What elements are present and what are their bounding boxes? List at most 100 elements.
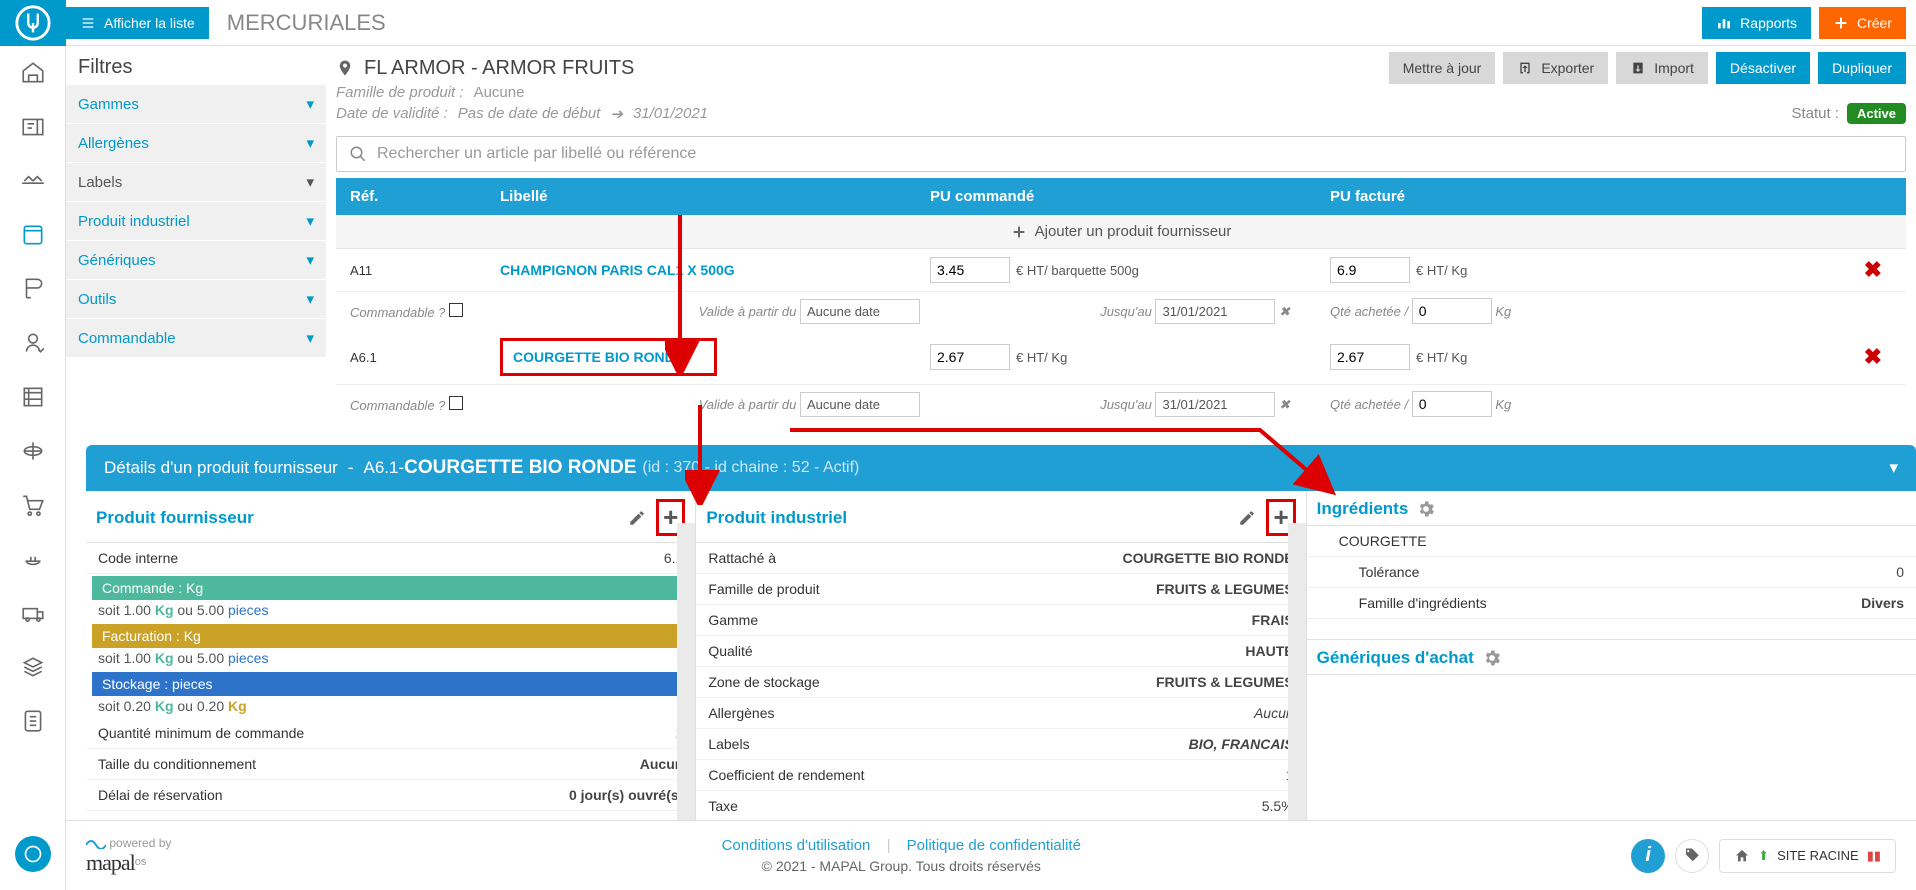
nav-item-10[interactable] bbox=[0, 532, 66, 586]
filter-labels[interactable]: Labels▾ bbox=[66, 163, 326, 202]
nav-item-6[interactable] bbox=[0, 316, 66, 370]
tag-button[interactable] bbox=[1675, 839, 1709, 873]
family-label: Famille de produit : bbox=[336, 84, 464, 101]
table-row: A11 CHAMPIGNON PARIS CAL1 X 500G € HT/ b… bbox=[336, 249, 1906, 292]
gear-icon[interactable] bbox=[1482, 648, 1502, 668]
show-list-button[interactable]: Afficher la liste bbox=[66, 7, 209, 39]
nav-item-4[interactable] bbox=[0, 208, 66, 262]
caret-down-icon: ▾ bbox=[306, 290, 314, 308]
industrial-col-title: Produit industriel bbox=[706, 508, 847, 528]
plus-icon bbox=[1011, 224, 1027, 240]
valid-from-input[interactable] bbox=[800, 392, 920, 417]
validity-label: Date de validité : bbox=[336, 105, 448, 122]
family-value: Aucune bbox=[474, 84, 525, 101]
plus-icon bbox=[1833, 15, 1849, 31]
pencil-icon[interactable] bbox=[628, 509, 646, 527]
commandable-checkbox[interactable] bbox=[449, 303, 463, 317]
qty-input[interactable] bbox=[1412, 298, 1492, 324]
reports-button[interactable]: Rapports bbox=[1702, 7, 1811, 39]
arrow-right-icon: ➔ bbox=[610, 105, 623, 123]
delete-button[interactable]: ✖ bbox=[1864, 344, 1882, 370]
nav-item-1[interactable] bbox=[0, 46, 66, 100]
deactivate-button[interactable]: Désactiver bbox=[1716, 52, 1810, 84]
pencil-icon[interactable] bbox=[1238, 509, 1256, 527]
pu-fact-input[interactable] bbox=[1330, 344, 1410, 370]
clear-date-icon[interactable]: ✖ bbox=[1279, 397, 1290, 412]
filters-title: Filtres bbox=[66, 46, 326, 85]
copyright: © 2021 - MAPAL Group. Tous droits réserv… bbox=[171, 858, 1631, 874]
annotation-arrow bbox=[685, 405, 725, 505]
validity-start: Pas de date de début bbox=[458, 105, 601, 122]
scrollbar[interactable] bbox=[677, 523, 695, 853]
qty-input[interactable] bbox=[1412, 391, 1492, 417]
delete-button[interactable]: ✖ bbox=[1864, 257, 1882, 283]
filter-produit-industriel[interactable]: Produit industriel▾ bbox=[66, 202, 326, 241]
import-icon bbox=[1630, 60, 1646, 76]
export-button[interactable]: Exporter bbox=[1503, 52, 1608, 84]
table-row-sub: Commandable ? Valide à partir du Jusqu'a… bbox=[336, 292, 1906, 330]
filter-gammes[interactable]: Gammes▾ bbox=[66, 85, 326, 124]
nav-item-3[interactable] bbox=[0, 154, 66, 208]
pu-cmd-input[interactable] bbox=[930, 257, 1010, 283]
nav-item-8[interactable] bbox=[0, 424, 66, 478]
caret-down-icon: ▾ bbox=[306, 212, 314, 230]
info-button[interactable]: i bbox=[1631, 839, 1665, 873]
powered-by: powered by mapalos bbox=[86, 836, 171, 876]
home-icon bbox=[1734, 848, 1750, 864]
pin-icon bbox=[336, 59, 354, 77]
caret-down-icon: ▾ bbox=[306, 329, 314, 347]
create-button[interactable]: Créer bbox=[1819, 7, 1906, 39]
filter-commandable[interactable]: Commandable▾ bbox=[66, 319, 326, 358]
list-icon bbox=[80, 15, 96, 31]
app-logo[interactable] bbox=[0, 0, 66, 46]
until-input[interactable] bbox=[1155, 299, 1275, 324]
duplicate-button[interactable]: Dupliquer bbox=[1818, 52, 1906, 84]
nav-item-2[interactable] bbox=[0, 100, 66, 154]
nav-item-13[interactable] bbox=[0, 694, 66, 748]
add-product-button[interactable]: Ajouter un produit fournisseur bbox=[336, 215, 1906, 249]
import-button[interactable]: Import bbox=[1616, 52, 1708, 84]
valid-from-input[interactable] bbox=[800, 299, 920, 324]
status-badge: Active bbox=[1847, 103, 1906, 124]
supplier-col-title: Produit fournisseur bbox=[96, 508, 254, 528]
export-icon bbox=[1517, 60, 1533, 76]
scrollbar[interactable] bbox=[1288, 523, 1306, 853]
collapse-icon[interactable]: ▾ bbox=[1889, 458, 1898, 478]
update-button[interactable]: Mettre à jour bbox=[1389, 52, 1496, 84]
generiques-title: Génériques d'achat bbox=[1317, 648, 1474, 668]
validity-end: 31/01/2021 bbox=[633, 105, 708, 122]
stock-band: Stockage : pieces bbox=[92, 672, 689, 696]
chart-icon bbox=[1716, 15, 1732, 31]
filter-outils[interactable]: Outils▾ bbox=[66, 280, 326, 319]
clear-date-icon[interactable]: ✖ bbox=[1279, 304, 1290, 319]
nav-item-12[interactable] bbox=[0, 640, 66, 694]
pu-cmd-input[interactable] bbox=[930, 344, 1010, 370]
table-header: Réf. Libellé PU commandé PU facturé bbox=[336, 178, 1906, 215]
caret-down-icon: ▾ bbox=[306, 251, 314, 269]
search-input[interactable] bbox=[377, 145, 1893, 163]
annotation-arrow bbox=[790, 420, 1350, 510]
commandable-checkbox[interactable] bbox=[449, 396, 463, 410]
nav-item-7[interactable] bbox=[0, 370, 66, 424]
nav-item-5[interactable] bbox=[0, 262, 66, 316]
privacy-link[interactable]: Politique de confidentialité bbox=[907, 837, 1081, 854]
pu-fact-input[interactable] bbox=[1330, 257, 1410, 283]
search-input-container[interactable] bbox=[336, 136, 1906, 172]
search-icon bbox=[349, 145, 367, 163]
caret-down-icon: ▾ bbox=[306, 134, 314, 152]
annotation-arrow bbox=[665, 215, 705, 375]
nav-item-11[interactable] bbox=[0, 586, 66, 640]
fact-band: Facturation : Kg bbox=[92, 624, 689, 648]
filter-generiques[interactable]: Génériques▾ bbox=[66, 241, 326, 280]
nav-item-9[interactable] bbox=[0, 478, 66, 532]
filter-allergenes[interactable]: Allergènes▾ bbox=[66, 124, 326, 163]
until-input[interactable] bbox=[1155, 392, 1275, 417]
site-button[interactable]: ⬆ SITE RACINE ▮▮ bbox=[1719, 839, 1896, 873]
gear-icon[interactable] bbox=[1416, 499, 1436, 519]
command-band: Commande : Kg bbox=[92, 576, 689, 600]
status-label: Statut : bbox=[1791, 105, 1839, 122]
bottom-logo[interactable] bbox=[15, 836, 51, 872]
ingredient-name: COURGETTE bbox=[1319, 533, 1427, 549]
table-row: A6.1 COURGETTE BIO RONDE € HT/ Kg € HT/ … bbox=[336, 330, 1906, 385]
terms-link[interactable]: Conditions d'utilisation bbox=[722, 837, 871, 854]
